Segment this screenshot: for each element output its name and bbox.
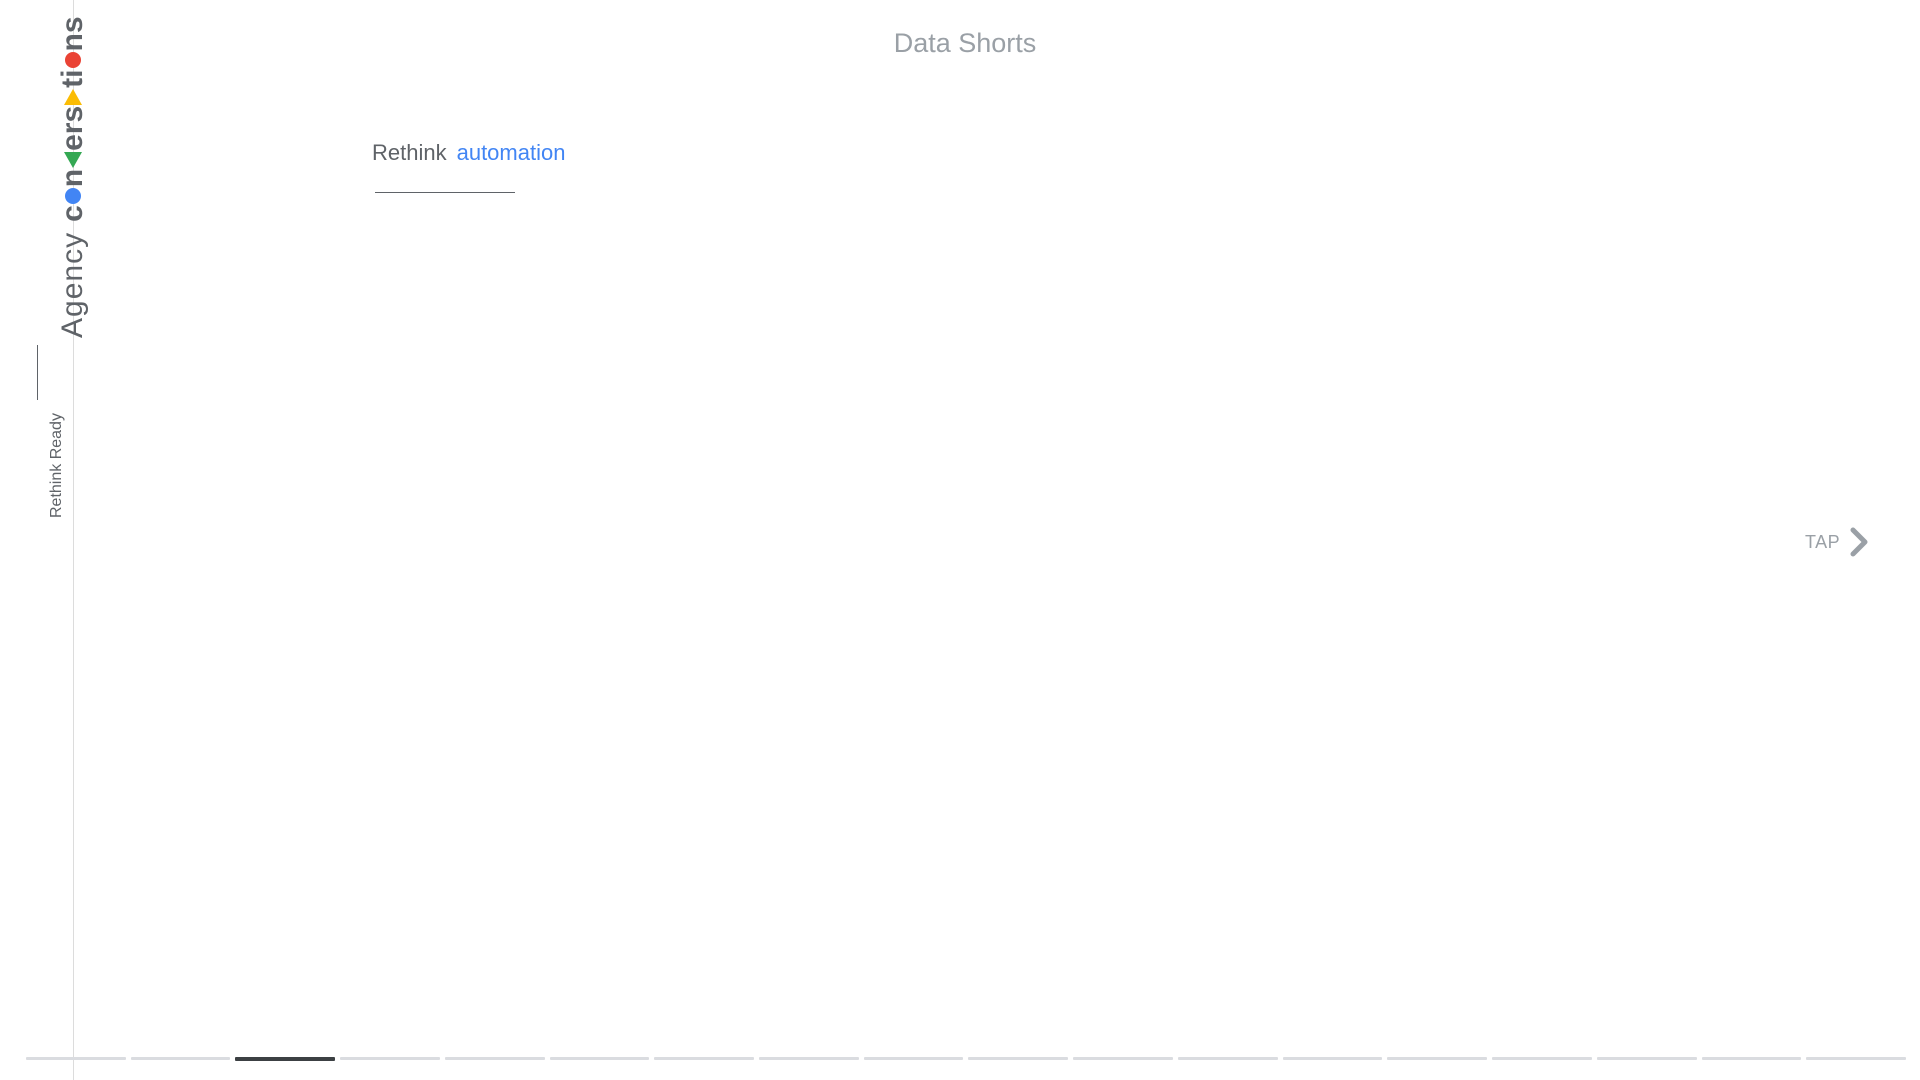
brand-letter: e — [56, 134, 89, 151]
story-progress-bar — [26, 1057, 1906, 1061]
chevron-right-icon — [1850, 527, 1868, 557]
brand-letter: s — [56, 105, 89, 123]
progress-segment[interactable] — [1806, 1057, 1906, 1060]
progress-segment[interactable] — [1492, 1057, 1592, 1060]
brand-letter-v-green-triangle — [64, 151, 82, 168]
progress-segment[interactable] — [1387, 1057, 1488, 1060]
progress-segment-active[interactable] — [235, 1057, 336, 1061]
brand-letter: r — [56, 122, 89, 135]
sidebar-tagline: Rethink Ready — [48, 413, 65, 518]
progress-segment[interactable] — [759, 1057, 859, 1060]
progress-segment[interactable] — [654, 1057, 755, 1060]
progress-segment[interactable] — [1282, 1057, 1383, 1060]
sidebar: Agency c n e r s t i n s Rethink Ready — [0, 0, 89, 1080]
headline-highlight: automation — [456, 140, 566, 165]
progress-segment[interactable] — [444, 1057, 545, 1060]
page: Agency c n e r s t i n s Rethink Ready D… — [0, 0, 1920, 1080]
page-title: Data Shorts — [893, 28, 1037, 58]
brand-letter: n — [56, 168, 89, 188]
section-headline: Rethink automation — [372, 140, 565, 166]
progress-segment[interactable] — [26, 1057, 126, 1060]
tap-label: TAP — [1805, 531, 1841, 552]
brand-letter: t — [56, 77, 89, 88]
progress-segment[interactable] — [1596, 1057, 1697, 1060]
brand-letter: c — [56, 205, 89, 222]
progress-segment[interactable] — [130, 1057, 231, 1060]
headline-prefix: Rethink — [372, 140, 447, 165]
brand-letter-a-yellow-triangle — [64, 88, 82, 105]
progress-segment[interactable] — [1701, 1057, 1802, 1060]
progress-segment[interactable] — [968, 1057, 1069, 1060]
progress-segment[interactable] — [340, 1057, 440, 1060]
progress-segment[interactable] — [1177, 1057, 1278, 1060]
headline-underline — [375, 192, 515, 193]
progress-segment[interactable] — [549, 1057, 650, 1060]
sidebar-divider — [37, 345, 38, 400]
progress-segment[interactable] — [863, 1057, 964, 1060]
brand-logo: Agency c n e r s t i n s — [55, 16, 91, 338]
brand-letter-o-blue-dot — [65, 188, 81, 205]
progress-segment[interactable] — [1073, 1057, 1173, 1060]
tap-next-button[interactable]: TAP — [1805, 527, 1870, 557]
brand-prefix: Agency — [56, 231, 89, 338]
brand-letter: i — [56, 69, 89, 78]
